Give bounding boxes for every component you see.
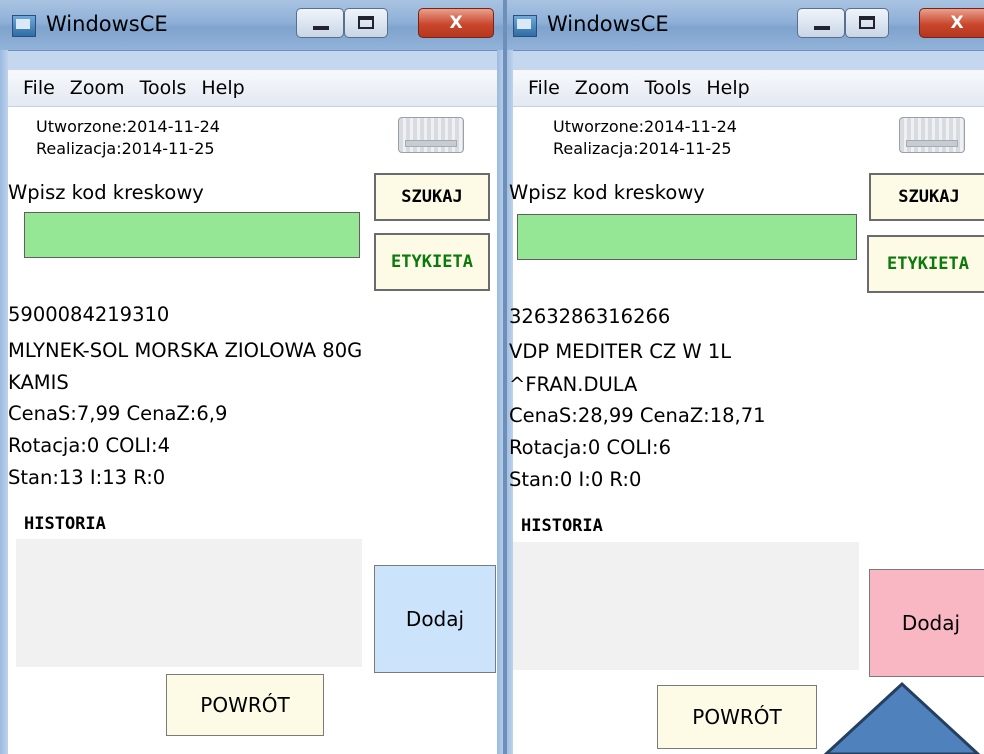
window-divider bbox=[503, 0, 507, 754]
app-icon bbox=[12, 15, 36, 37]
realization-date: Realizacja:2014-11-25 bbox=[36, 139, 215, 158]
app-icon bbox=[513, 15, 537, 37]
windowsce-window-1: WindowsCE X File Zoom Tools Help Utworzone:… bbox=[0, 0, 505, 754]
keyboard-icon[interactable] bbox=[899, 117, 965, 153]
title-bar[interactable]: WindowsCE X bbox=[0, 0, 505, 51]
barcode-prompt: Wpisz kod kreskowy bbox=[8, 181, 204, 204]
frame-top-strip bbox=[513, 51, 984, 70]
search-button[interactable]: SZUKAJ bbox=[869, 173, 984, 221]
app-content: Utworzone:2014-11-24 Realizacja:2014-11-… bbox=[509, 107, 984, 754]
menu-help[interactable]: Help bbox=[706, 70, 749, 106]
app-content: Utworzone:2014-11-24 Realizacja:2014-11-… bbox=[8, 107, 497, 754]
maximize-button[interactable] bbox=[344, 8, 388, 38]
product-prices: CenaS:28,99 CenaZ:18,71 bbox=[509, 404, 766, 427]
search-button[interactable]: SZUKAJ bbox=[374, 173, 490, 221]
product-supplier: KAMIS bbox=[8, 371, 69, 394]
history-list[interactable] bbox=[513, 542, 859, 670]
menu-file[interactable]: File bbox=[23, 70, 55, 106]
menu-tools[interactable]: Tools bbox=[645, 70, 692, 106]
product-stock: Stan:13 I:13 R:0 bbox=[8, 466, 166, 489]
back-button[interactable]: POWRÓT bbox=[166, 674, 324, 736]
close-button[interactable]: X bbox=[919, 8, 984, 38]
minimize-button[interactable] bbox=[296, 8, 344, 38]
up-arrow-overlay bbox=[823, 681, 981, 754]
barcode-input[interactable] bbox=[24, 212, 360, 258]
keyboard-icon[interactable] bbox=[398, 117, 464, 153]
windowsce-window-2: WindowsCE X File Zoom Tools Help Utworzone:… bbox=[505, 0, 984, 754]
product-prices: CenaS:7,99 CenaZ:6,9 bbox=[8, 402, 228, 425]
menu-zoom[interactable]: Zoom bbox=[575, 70, 630, 106]
close-button[interactable]: X bbox=[418, 8, 494, 38]
minimize-button[interactable] bbox=[797, 8, 845, 38]
title-bar[interactable]: WindowsCE X bbox=[505, 0, 984, 51]
product-name: MLYNEK-SOL MORSKA ZIOLOWA 80G bbox=[8, 339, 363, 362]
created-date: Utworzone:2014-11-24 bbox=[36, 117, 220, 136]
close-icon: X bbox=[449, 13, 463, 33]
menu-tools[interactable]: Tools bbox=[140, 70, 187, 106]
product-ean: 5900084219310 bbox=[8, 303, 170, 326]
menu-help[interactable]: Help bbox=[201, 70, 244, 106]
frame-top-strip bbox=[8, 51, 497, 70]
product-rotation: Rotacja:0 COLI:6 bbox=[509, 436, 672, 459]
product-ean: 3263286316266 bbox=[509, 305, 671, 328]
history-list[interactable] bbox=[16, 539, 362, 667]
window-frame-left bbox=[0, 50, 8, 754]
minimize-icon bbox=[313, 26, 329, 30]
label-button[interactable]: ETYKIETA bbox=[374, 233, 490, 291]
history-label: HISTORIA bbox=[521, 516, 603, 536]
window-title: WindowsCE bbox=[46, 12, 168, 36]
back-button[interactable]: POWRÓT bbox=[657, 685, 817, 749]
product-rotation: Rotacja:0 COLI:4 bbox=[8, 434, 171, 457]
menu-bar: File Zoom Tools Help bbox=[8, 70, 497, 107]
barcode-input[interactable] bbox=[517, 214, 857, 260]
add-button[interactable]: Dodaj bbox=[374, 565, 496, 673]
minimize-icon bbox=[814, 26, 830, 30]
realization-date: Realizacja:2014-11-25 bbox=[553, 139, 732, 158]
add-button[interactable]: Dodaj bbox=[869, 569, 984, 677]
barcode-prompt: Wpisz kod kreskowy bbox=[509, 181, 705, 204]
menu-file[interactable]: File bbox=[528, 70, 560, 106]
menu-bar: File Zoom Tools Help bbox=[513, 70, 984, 107]
window-title: WindowsCE bbox=[547, 12, 669, 36]
maximize-icon bbox=[358, 16, 374, 29]
product-supplier: ^FRAN.DULA bbox=[509, 373, 638, 396]
maximize-icon bbox=[859, 16, 875, 29]
created-date: Utworzone:2014-11-24 bbox=[553, 117, 737, 136]
product-stock: Stan:0 I:0 R:0 bbox=[509, 468, 642, 491]
product-name: VDP MEDITER CZ W 1L bbox=[509, 340, 732, 363]
maximize-button[interactable] bbox=[845, 8, 889, 38]
history-label: HISTORIA bbox=[24, 514, 106, 534]
label-button[interactable]: ETYKIETA bbox=[867, 235, 984, 293]
close-icon: X bbox=[950, 13, 964, 33]
menu-zoom[interactable]: Zoom bbox=[70, 70, 125, 106]
